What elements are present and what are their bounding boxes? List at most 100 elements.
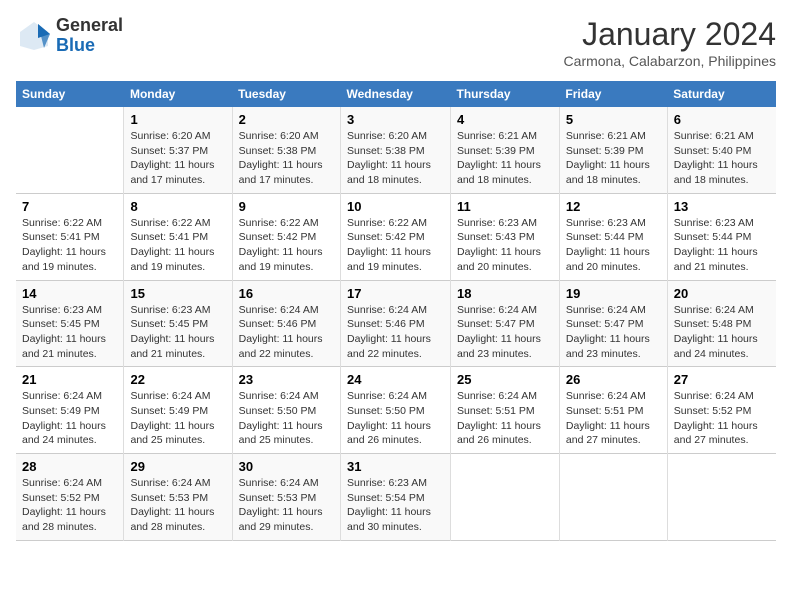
calendar-cell: 9 Sunrise: 6:22 AM Sunset: 5:42 PM Daylig… <box>232 193 340 280</box>
day-number: 30 <box>239 459 334 474</box>
calendar-header-row: SundayMondayTuesdayWednesdayThursdayFrid… <box>16 81 776 107</box>
day-info: Sunrise: 6:20 AM Sunset: 5:38 PM Dayligh… <box>239 129 334 188</box>
day-info: Sunrise: 6:24 AM Sunset: 5:47 PM Dayligh… <box>457 303 553 362</box>
calendar-cell: 6 Sunrise: 6:21 AM Sunset: 5:40 PM Daylig… <box>667 107 776 193</box>
day-number: 16 <box>239 286 334 301</box>
calendar-cell: 27 Sunrise: 6:24 AM Sunset: 5:52 PM Dayli… <box>667 367 776 454</box>
day-info: Sunrise: 6:21 AM Sunset: 5:39 PM Dayligh… <box>457 129 553 188</box>
day-info: Sunrise: 6:24 AM Sunset: 5:49 PM Dayligh… <box>130 389 225 448</box>
day-info: Sunrise: 6:20 AM Sunset: 5:38 PM Dayligh… <box>347 129 444 188</box>
day-info: Sunrise: 6:23 AM Sunset: 5:44 PM Dayligh… <box>566 216 661 275</box>
day-number: 2 <box>239 112 334 127</box>
day-number: 17 <box>347 286 444 301</box>
calendar-cell: 26Sunrise: 6:24 AM Sunset: 5:51 PM Dayli… <box>559 367 667 454</box>
calendar-cell: 18 Sunrise: 6:24 AM Sunset: 5:47 PM Dayli… <box>451 280 560 367</box>
day-number: 23 <box>239 372 334 387</box>
calendar-cell: 14 Sunrise: 6:23 AM Sunset: 5:45 PM Dayli… <box>16 280 124 367</box>
calendar-table: SundayMondayTuesdayWednesdayThursdayFrid… <box>16 81 776 541</box>
day-info: Sunrise: 6:24 AM Sunset: 5:50 PM Dayligh… <box>239 389 334 448</box>
day-number: 12 <box>566 199 661 214</box>
calendar-week-row: 28Sunrise: 6:24 AM Sunset: 5:52 PM Dayli… <box>16 454 776 541</box>
calendar-cell: 5 Sunrise: 6:21 AM Sunset: 5:39 PM Daylig… <box>559 107 667 193</box>
calendar-header-cell: Monday <box>124 81 232 107</box>
day-number: 24 <box>347 372 444 387</box>
calendar-cell <box>451 454 560 541</box>
day-number: 1 <box>130 112 225 127</box>
day-number: 26 <box>566 372 661 387</box>
day-number: 31 <box>347 459 444 474</box>
page-subtitle: Carmona, Calabarzon, Philippines <box>564 53 776 69</box>
day-number: 9 <box>239 199 334 214</box>
calendar-cell: 29 Sunrise: 6:24 AM Sunset: 5:53 PM Dayli… <box>124 454 232 541</box>
calendar-cell <box>667 454 776 541</box>
calendar-header-cell: Saturday <box>667 81 776 107</box>
day-info: Sunrise: 6:22 AM Sunset: 5:42 PM Dayligh… <box>239 216 334 275</box>
day-info: Sunrise: 6:24 AM Sunset: 5:52 PM Dayligh… <box>674 389 770 448</box>
calendar-cell: 7Sunrise: 6:22 AM Sunset: 5:41 PM Daylig… <box>16 193 124 280</box>
calendar-cell: 30 Sunrise: 6:24 AM Sunset: 5:53 PM Dayli… <box>232 454 340 541</box>
day-number: 21 <box>22 372 117 387</box>
day-info: Sunrise: 6:23 AM Sunset: 5:45 PM Dayligh… <box>130 303 225 362</box>
logo-icon <box>16 18 52 54</box>
day-number: 6 <box>674 112 770 127</box>
calendar-cell: 1Sunrise: 6:20 AM Sunset: 5:37 PM Daylig… <box>124 107 232 193</box>
day-number: 19 <box>566 286 661 301</box>
calendar-week-row: 7 Sunrise: 6:22 AM Sunset: 5:41 PM Daylig… <box>16 193 776 280</box>
day-number: 18 <box>457 286 553 301</box>
day-info: Sunrise: 6:21 AM Sunset: 5:39 PM Dayligh… <box>566 129 661 188</box>
calendar-header-cell: Tuesday <box>232 81 340 107</box>
logo: General Blue <box>16 16 123 56</box>
calendar-cell: 8 Sunrise: 6:22 AM Sunset: 5:41 PM Daylig… <box>124 193 232 280</box>
calendar-cell: 2 Sunrise: 6:20 AM Sunset: 5:38 PM Daylig… <box>232 107 340 193</box>
day-number: 25 <box>457 372 553 387</box>
calendar-header-cell: Friday <box>559 81 667 107</box>
day-info: Sunrise: 6:24 AM Sunset: 5:47 PM Dayligh… <box>566 303 661 362</box>
calendar-cell: 15 Sunrise: 6:23 AM Sunset: 5:45 PM Dayli… <box>124 280 232 367</box>
calendar-cell <box>559 454 667 541</box>
day-number: 13 <box>674 199 770 214</box>
calendar-cell: 16 Sunrise: 6:24 AM Sunset: 5:46 PM Dayli… <box>232 280 340 367</box>
day-number: 11 <box>457 199 553 214</box>
day-number: 5 <box>566 112 661 127</box>
day-number: 14 <box>22 286 117 301</box>
calendar-cell: 20 Sunrise: 6:24 AM Sunset: 5:48 PM Dayli… <box>667 280 776 367</box>
day-info: Sunrise: 6:24 AM Sunset: 5:53 PM Dayligh… <box>130 476 225 535</box>
title-block: January 2024 Carmona, Calabarzon, Philip… <box>564 16 776 69</box>
calendar-header-cell: Sunday <box>16 81 124 107</box>
day-number: 20 <box>674 286 770 301</box>
day-number: 3 <box>347 112 444 127</box>
day-info: Sunrise: 6:24 AM Sunset: 5:49 PM Dayligh… <box>22 389 117 448</box>
day-info: Sunrise: 6:24 AM Sunset: 5:48 PM Dayligh… <box>674 303 770 362</box>
day-info: Sunrise: 6:24 AM Sunset: 5:53 PM Dayligh… <box>239 476 334 535</box>
day-number: 15 <box>130 286 225 301</box>
calendar-cell <box>16 107 124 193</box>
calendar-cell: 24 Sunrise: 6:24 AM Sunset: 5:50 PM Dayli… <box>341 367 451 454</box>
calendar-cell: 3 Sunrise: 6:20 AM Sunset: 5:38 PM Daylig… <box>341 107 451 193</box>
day-number: 4 <box>457 112 553 127</box>
calendar-cell: 22Sunrise: 6:24 AM Sunset: 5:49 PM Dayli… <box>124 367 232 454</box>
calendar-cell: 25 Sunrise: 6:24 AM Sunset: 5:51 PM Dayli… <box>451 367 560 454</box>
day-info: Sunrise: 6:24 AM Sunset: 5:46 PM Dayligh… <box>347 303 444 362</box>
day-info: Sunrise: 6:24 AM Sunset: 5:46 PM Dayligh… <box>239 303 334 362</box>
day-info: Sunrise: 6:23 AM Sunset: 5:43 PM Dayligh… <box>457 216 553 275</box>
calendar-body: 1Sunrise: 6:20 AM Sunset: 5:37 PM Daylig… <box>16 107 776 540</box>
calendar-cell: 28Sunrise: 6:24 AM Sunset: 5:52 PM Dayli… <box>16 454 124 541</box>
day-number: 28 <box>22 459 117 474</box>
calendar-cell: 21 Sunrise: 6:24 AM Sunset: 5:49 PM Dayli… <box>16 367 124 454</box>
calendar-cell: 10Sunrise: 6:22 AM Sunset: 5:42 PM Dayli… <box>341 193 451 280</box>
calendar-cell: 17 Sunrise: 6:24 AM Sunset: 5:46 PM Dayli… <box>341 280 451 367</box>
day-number: 27 <box>674 372 770 387</box>
day-info: Sunrise: 6:24 AM Sunset: 5:50 PM Dayligh… <box>347 389 444 448</box>
day-number: 29 <box>130 459 225 474</box>
calendar-week-row: 1Sunrise: 6:20 AM Sunset: 5:37 PM Daylig… <box>16 107 776 193</box>
day-info: Sunrise: 6:21 AM Sunset: 5:40 PM Dayligh… <box>674 129 770 188</box>
calendar-cell: 31Sunrise: 6:23 AM Sunset: 5:54 PM Dayli… <box>341 454 451 541</box>
day-number: 7 <box>22 199 117 214</box>
day-info: Sunrise: 6:24 AM Sunset: 5:51 PM Dayligh… <box>457 389 553 448</box>
calendar-cell: 12 Sunrise: 6:23 AM Sunset: 5:44 PM Dayli… <box>559 193 667 280</box>
day-info: Sunrise: 6:23 AM Sunset: 5:45 PM Dayligh… <box>22 303 117 362</box>
day-number: 8 <box>130 199 225 214</box>
logo-text: General Blue <box>56 16 123 56</box>
calendar-week-row: 14 Sunrise: 6:23 AM Sunset: 5:45 PM Dayli… <box>16 280 776 367</box>
day-info: Sunrise: 6:22 AM Sunset: 5:41 PM Dayligh… <box>130 216 225 275</box>
